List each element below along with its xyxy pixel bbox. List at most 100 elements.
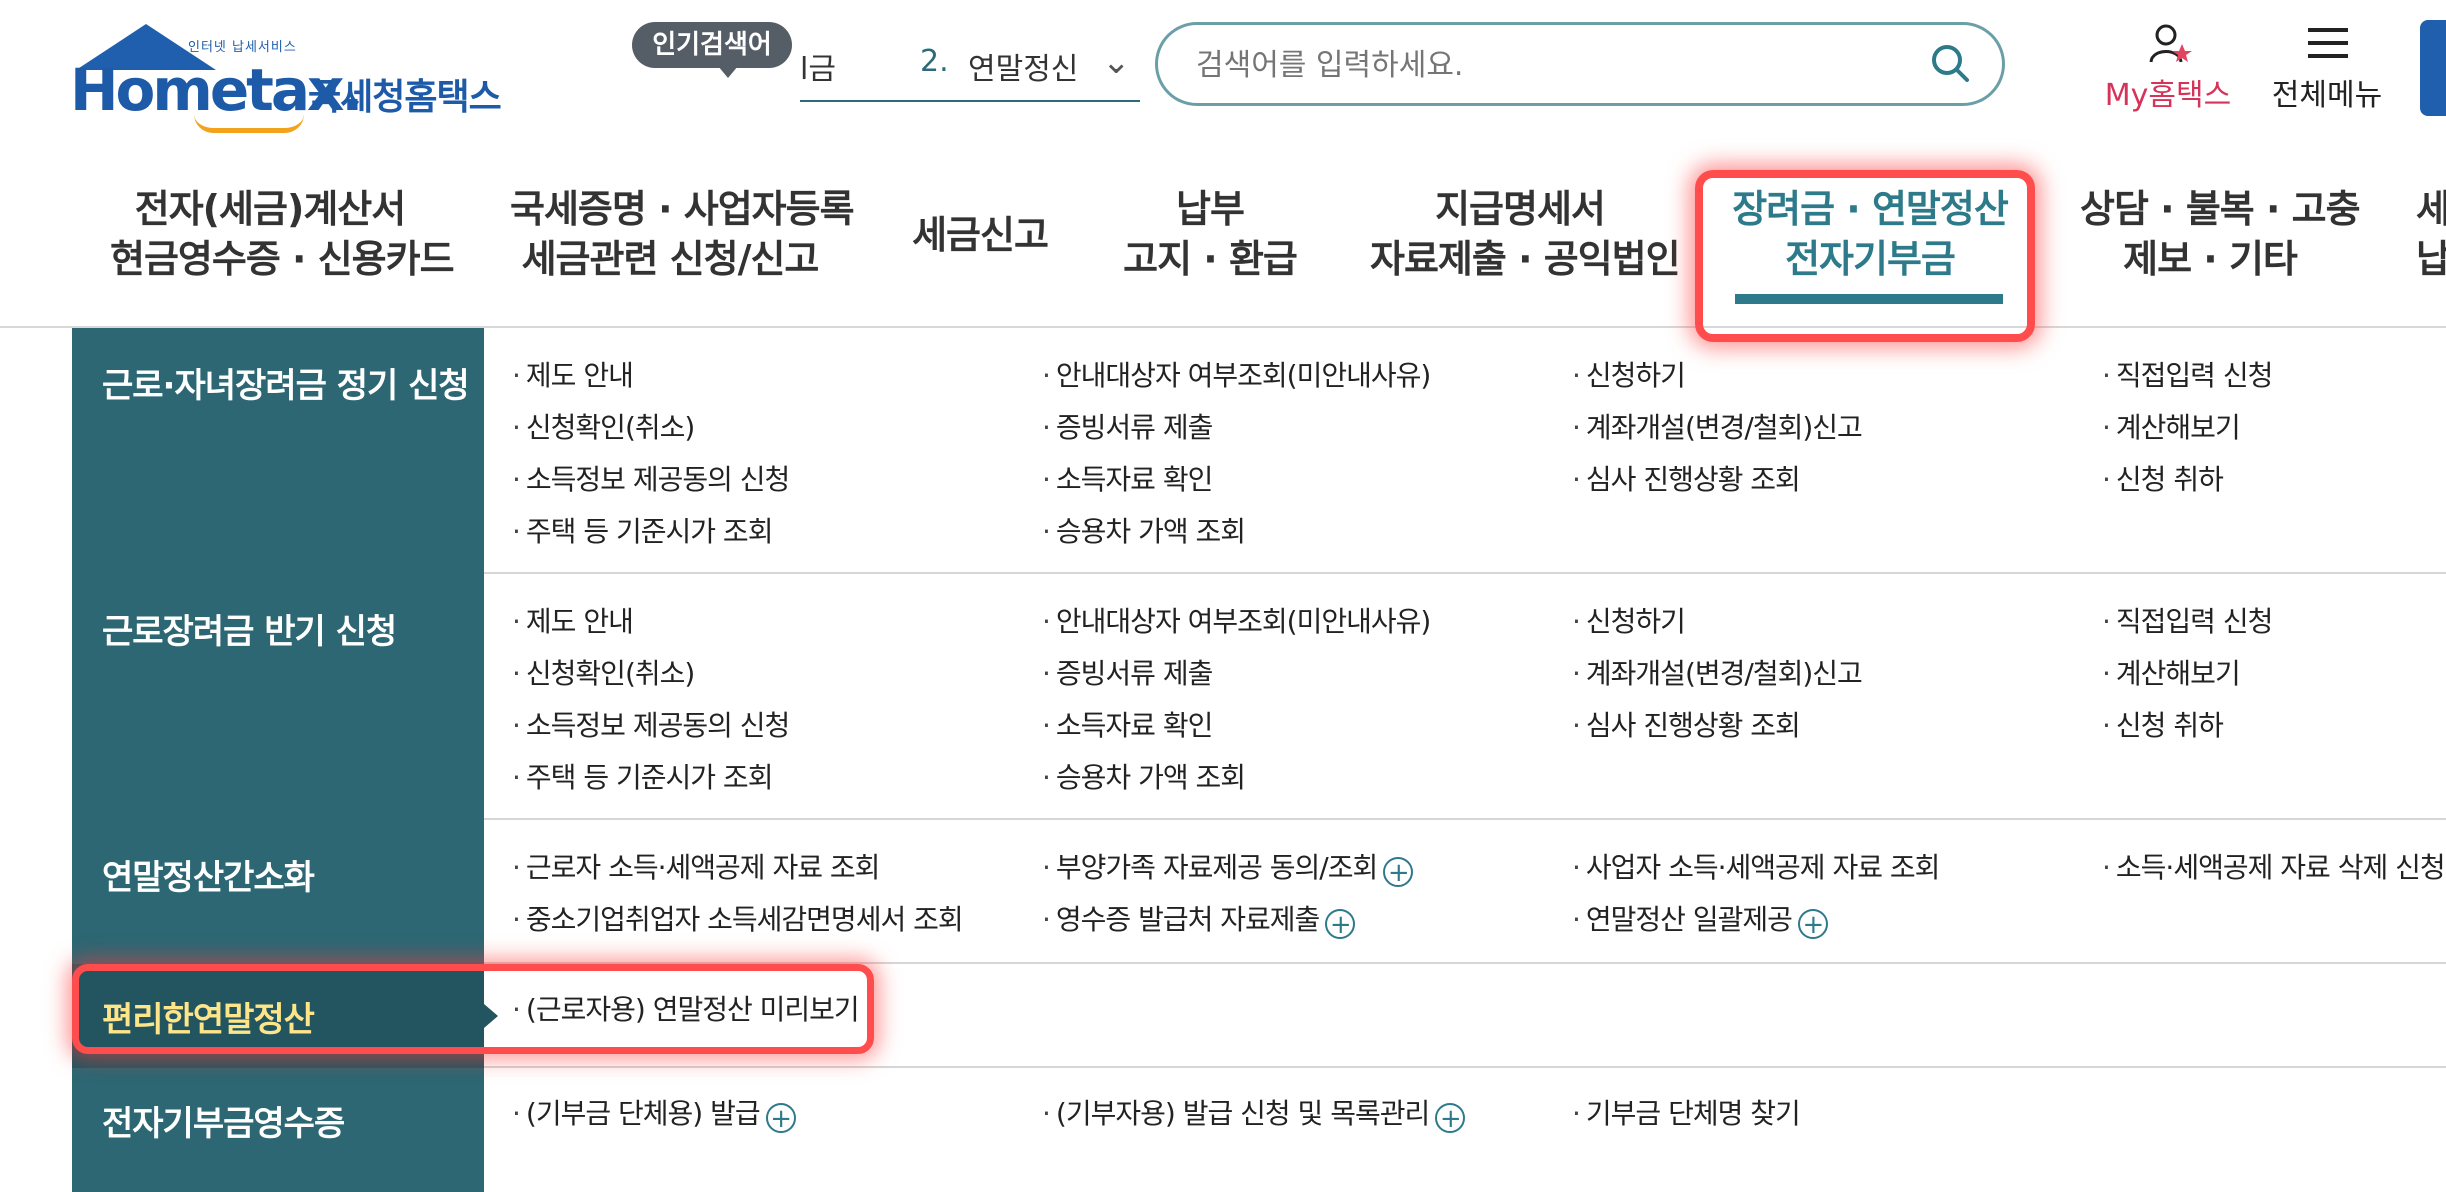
login-button-edge[interactable]	[2420, 20, 2446, 116]
gnb-line: 상담 · 불복 · 고충	[2080, 187, 2361, 231]
menu-link[interactable]: 신청확인(취소)	[512, 652, 695, 692]
plus-circle-icon[interactable]: +	[1325, 909, 1356, 939]
menu-link[interactable]: 계산해보기	[2102, 652, 2241, 692]
gnb-line: 세	[2416, 187, 2446, 231]
gnb-tax-report[interactable]: 세금신고	[900, 210, 1060, 320]
gnb-line: 전자(세금)계산서	[134, 187, 406, 231]
hometax-logo[interactable]: 인터넷 납세서비스 Hometax. 국세청홈택스	[70, 18, 510, 133]
all-menu-button[interactable]: 전체메뉴	[2262, 18, 2392, 113]
menu-link-expandable[interactable]: 연말정산 일괄제공+	[1572, 898, 1828, 939]
gnb-line: 제보 · 기타	[2123, 237, 2298, 281]
chevron-down-icon[interactable]: ⌄	[1102, 42, 1131, 82]
menu-link[interactable]: 직접입력 신청	[2102, 354, 2273, 394]
logo-korean-name: 국세청홈택스	[308, 77, 502, 118]
menu-link[interactable]: 계좌개설(변경/철회)신고	[1572, 406, 1863, 446]
menu-link[interactable]: 사업자 소득·세액공제 자료 조회	[1572, 846, 1940, 886]
menu-link-label: (기부금 단체용) 발급	[525, 1097, 761, 1130]
row-divider	[484, 1066, 2446, 1068]
menu-link[interactable]: 중소기업취업자 소득세감면명세서 조회	[512, 898, 964, 938]
hamburger-menu-icon	[2308, 28, 2348, 58]
menu-link[interactable]: 신청하기	[1572, 354, 1686, 394]
search-icon[interactable]	[1930, 43, 1970, 83]
menu-link[interactable]: 제도 안내	[512, 600, 634, 640]
gnb-consulting[interactable]: 상담 · 불복 · 고충 제보 · 기타	[2080, 184, 2361, 294]
menu-link[interactable]: 직접입력 신청	[2102, 600, 2273, 640]
menu-link-expandable[interactable]: (기부금 단체용) 발급+	[512, 1092, 796, 1133]
menu-link[interactable]: 신청 취하	[2102, 704, 2224, 744]
gnb-line: 세금신고	[912, 213, 1049, 257]
menu-link-label: 부양가족 자료제공 동의/조회	[1055, 851, 1378, 884]
menu-link[interactable]: 근로자 소득·세액공제 자료 조회	[512, 846, 880, 886]
logo-smile-icon	[194, 114, 304, 133]
search-box	[1155, 22, 2005, 106]
gnb-line: 지급명세서	[1435, 187, 1606, 231]
my-hometax-label: My홈택스	[2104, 78, 2232, 113]
menu-link[interactable]: 증빙서류 제출	[1042, 406, 1213, 446]
popular-search-ticker[interactable]: l금 2. 연말정신 ⌄	[800, 38, 1140, 102]
menu-link[interactable]: 소득·세액공제 자료 삭제 신청	[2102, 846, 2446, 886]
menu-link[interactable]: 소득자료 확인	[1042, 704, 1213, 744]
search-input[interactable]	[1194, 39, 1898, 91]
plus-circle-icon[interactable]: +	[1435, 1103, 1466, 1133]
menu-link[interactable]: 승용차 가액 조회	[1042, 756, 1246, 796]
menu-link[interactable]: 증빙서류 제출	[1042, 652, 1213, 692]
menu-link[interactable]: 소득자료 확인	[1042, 458, 1213, 498]
ticker-prev-term: l금	[800, 52, 836, 87]
gnb-line: 납부	[1176, 187, 1245, 231]
menu-link[interactable]: 제도 안내	[512, 354, 634, 394]
menu-link[interactable]: 안내대상자 여부조회(미안내사유)	[1042, 600, 1431, 640]
global-navigation: 전자(세금)계산서 현금영수증 · 신용카드 국세증명 · 사업자등록 세금관련…	[0, 160, 2446, 328]
menu-link[interactable]: 신청확인(취소)	[512, 406, 695, 446]
menu-link[interactable]: 신청 취하	[2102, 458, 2224, 498]
gnb-line: 국세증명 · 사업자등록	[510, 187, 855, 231]
gnb-line: 고지 · 환급	[1123, 237, 1298, 281]
menu-link[interactable]: 기부금 단체명 찾기	[1572, 1092, 1801, 1132]
gnb-line: 자료제출 · 공익법인	[1370, 237, 1681, 281]
menu-link[interactable]: 주택 등 기준시가 조회	[512, 510, 774, 550]
gnb-line: 현금영수증 · 신용카드	[110, 237, 455, 281]
menu-link[interactable]: 승용차 가액 조회	[1042, 510, 1246, 550]
menu-link[interactable]: 심사 진행상황 조회	[1572, 458, 1801, 498]
menu-link[interactable]: 소득정보 제공동의 신청	[512, 704, 790, 744]
gnb-payment-statement[interactable]: 지급명세서 자료제출 · 공익법인	[1370, 184, 1681, 294]
my-hometax-button[interactable]: My홈택스	[2098, 18, 2238, 113]
menu-link-expandable[interactable]: 영수증 발급처 자료제출+	[1042, 898, 1356, 939]
category-e-donation-receipt[interactable]: 전자기부금영수증	[102, 1096, 345, 1145]
ticker-rank: 2.	[920, 44, 949, 79]
menu-link[interactable]: 신청하기	[1572, 600, 1686, 640]
highlight-gnb-incentive	[1695, 170, 2035, 342]
user-star-icon	[2149, 24, 2192, 63]
category-earned-incentive-half[interactable]: 근로장려금 반기 신청	[102, 604, 397, 653]
row-divider	[484, 572, 2446, 574]
menu-link[interactable]: 심사 진행상황 조회	[1572, 704, 1801, 744]
category-yearend-simplified[interactable]: 연말정산간소화	[102, 850, 315, 899]
gnb-certificate[interactable]: 국세증명 · 사업자등록 세금관련 신청/신고	[510, 184, 855, 294]
submenu-panel: 근로·자녀장려금 정기 신청 제도 안내 안내대상자 여부조회(미안내사유) 신…	[72, 328, 2446, 1192]
gnb-line: 납	[2416, 237, 2446, 281]
menu-link-expandable[interactable]: (기부자용) 발급 신청 및 목록관리+	[1042, 1092, 1466, 1133]
menu-link[interactable]: 계좌개설(변경/철회)신고	[1572, 652, 1863, 692]
menu-link[interactable]: 안내대상자 여부조회(미안내사유)	[1042, 354, 1431, 394]
category-earned-child-incentive[interactable]: 근로·자녀장려금 정기 신청	[102, 358, 470, 407]
gnb-line: 세금관련 신청/신고	[521, 237, 820, 281]
plus-circle-icon[interactable]: +	[765, 1103, 796, 1133]
gnb-cutoff-item[interactable]: 세 납	[2416, 184, 2446, 294]
plus-circle-icon[interactable]: +	[1797, 909, 1828, 939]
menu-link-label: 영수증 발급처 자료제출	[1055, 903, 1320, 936]
gnb-payment[interactable]: 납부 고지 · 환급	[1120, 184, 1300, 294]
gnb-e-invoice[interactable]: 전자(세금)계산서 현금영수증 · 신용카드	[110, 184, 455, 294]
header: 인터넷 납세서비스 Hometax. 국세청홈택스 인기검색어 l금 2. 연말…	[0, 0, 2446, 140]
menu-link-label: (기부자용) 발급 신청 및 목록관리	[1055, 1097, 1430, 1130]
row-divider	[484, 818, 2446, 820]
menu-link[interactable]: 소득정보 제공동의 신청	[512, 458, 790, 498]
menu-link-expandable[interactable]: 부양가족 자료제공 동의/조회+	[1042, 846, 1414, 887]
ticker-term: 연말정신	[968, 52, 1079, 87]
menu-link-label: 연말정산 일괄제공	[1585, 903, 1793, 936]
logo-tagline: 인터넷 납세서비스	[188, 40, 297, 55]
popular-search-badge: 인기검색어	[632, 22, 792, 78]
highlight-convenient-yearend	[72, 964, 874, 1054]
all-menu-label: 전체메뉴	[2271, 78, 2383, 113]
menu-link[interactable]: 계산해보기	[2102, 406, 2241, 446]
plus-circle-icon[interactable]: +	[1383, 857, 1414, 887]
menu-link[interactable]: 주택 등 기준시가 조회	[512, 756, 774, 796]
